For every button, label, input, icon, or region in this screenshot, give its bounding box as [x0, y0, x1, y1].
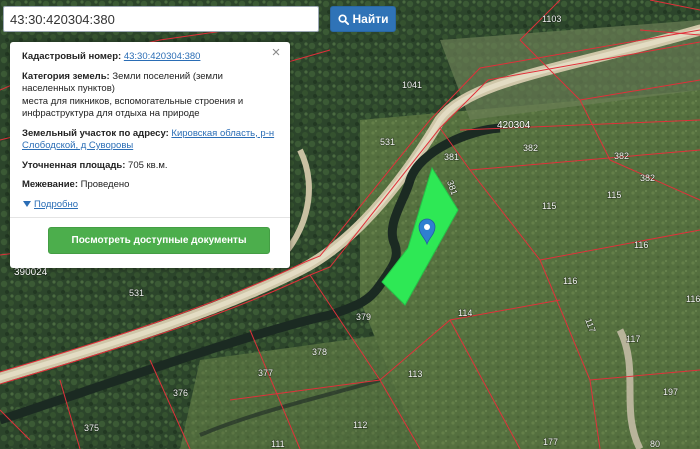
search-button-label: Найти	[352, 12, 389, 26]
parcel-label: 114	[458, 308, 472, 318]
cadastral-number-label: Кадастровый номер:	[22, 51, 122, 62]
parcel-label: 531	[380, 137, 395, 147]
view-documents-button[interactable]: Посмотреть доступные документы	[48, 226, 270, 254]
parcel-label: 375	[84, 423, 99, 433]
land-category-use: места для пикников, вспомогательные стро…	[22, 95, 244, 120]
parcel-label: 116	[686, 294, 700, 304]
caret-down-icon	[23, 201, 31, 207]
survey-value: Проведено	[80, 179, 130, 190]
address-row: Земельный участок по адресу: Кировская о…	[22, 128, 278, 153]
address-label: Земельный участок по адресу:	[22, 127, 169, 139]
parcel-label: 177	[543, 437, 558, 447]
area-label: Уточненная площадь:	[22, 159, 126, 171]
close-icon[interactable]: ×	[269, 45, 283, 60]
area-value: 705 кв.м.	[128, 159, 168, 171]
search-input[interactable]	[3, 6, 319, 32]
parcel-label: 116	[634, 240, 648, 250]
parcel-label: 382	[523, 143, 538, 153]
parcel-label: 381	[444, 152, 459, 162]
details-link-label: Подробно	[34, 198, 78, 210]
land-category-row: Категория земель: Земли поселений (земли…	[22, 71, 278, 121]
parcel-label: 111	[271, 439, 285, 449]
parcel-label: 117	[626, 334, 640, 344]
parcel-label: 382	[614, 151, 629, 161]
neighbor-block-label: 390024	[14, 267, 48, 278]
parcel-label: 378	[312, 347, 327, 357]
details-toggle[interactable]: Подробно	[23, 199, 278, 210]
area-row: Уточненная площадь: 705 кв.м.	[22, 160, 278, 173]
parcel-label: 376	[173, 388, 188, 398]
survey-row: Межевание: Проведено	[22, 179, 278, 192]
parcel-info-popup: × Кадастровый номер: 43:30:420304:380 Ка…	[10, 42, 290, 268]
parcel-label: 377	[258, 368, 273, 378]
parcel-label: 113	[408, 369, 422, 379]
parcel-label: 531	[129, 288, 144, 298]
divider	[10, 216, 290, 218]
survey-label: Межевание:	[22, 179, 78, 190]
parcel-label: 197	[663, 387, 678, 397]
parcel-label: 379	[356, 312, 371, 322]
land-category-label: Категория земель:	[22, 70, 110, 82]
block-label: 420304	[497, 120, 531, 131]
parcel-label: 115	[542, 201, 556, 211]
cadastral-number-link[interactable]: 43:30:420304:380	[124, 51, 201, 62]
parcel-label: 80	[650, 439, 660, 449]
parcel-label: 115	[607, 190, 621, 200]
parcel-label: 1103	[542, 14, 561, 24]
cadastral-number-row: Кадастровый номер: 43:30:420304:380	[22, 51, 278, 64]
search-icon	[337, 13, 349, 25]
parcel-label: 116	[563, 276, 577, 286]
parcel-label: 112	[353, 420, 367, 430]
parcel-label: 1041	[402, 80, 422, 90]
parcel-label: 382	[640, 173, 655, 183]
search-button[interactable]: Найти	[330, 6, 396, 32]
